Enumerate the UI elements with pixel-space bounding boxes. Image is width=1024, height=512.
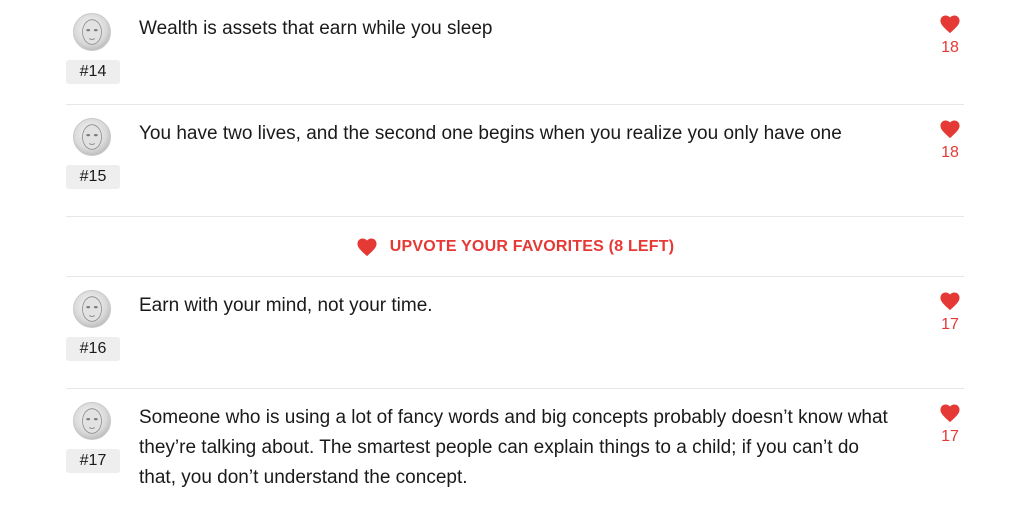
quote-text: Earn with your mind, not your time. [139, 295, 433, 316]
quote-list: #14 Wealth is assets that earn while you… [66, 0, 964, 509]
rank-badge: #15 [66, 165, 120, 189]
vote-count: 17 [941, 316, 959, 333]
avatar-face-icon [82, 124, 102, 150]
heart-icon [940, 404, 960, 423]
heart-icon [940, 120, 960, 139]
heart-icon [940, 15, 960, 34]
banner-label: UPVOTE YOUR FAVORITES (8 LEFT) [389, 237, 675, 255]
rank-badge: #14 [66, 60, 120, 84]
avatar-face-icon [82, 19, 102, 45]
upvote-button[interactable]: 17 [936, 403, 964, 447]
vote-count: 17 [941, 428, 959, 445]
quote-text: Wealth is assets that earn while you sle… [139, 18, 493, 39]
upvote-favorites-banner[interactable]: UPVOTE YOUR FAVORITES (8 LEFT) [66, 217, 964, 277]
quote-row-16: #16 Earn with your mind, not your time. … [66, 277, 964, 389]
avatar-face-icon [82, 408, 102, 434]
heart-icon [940, 292, 960, 311]
upvote-button[interactable]: 18 [936, 14, 964, 58]
rank-badge: #16 [66, 337, 120, 361]
avatar [73, 290, 111, 328]
avatar [73, 402, 111, 440]
upvote-button[interactable]: 18 [936, 119, 964, 163]
upvote-button[interactable]: 17 [936, 291, 964, 335]
quote-row-14: #14 Wealth is assets that earn while you… [66, 0, 964, 105]
vote-count: 18 [941, 144, 959, 161]
quote-text: Someone who is using a lot of fancy word… [139, 407, 888, 488]
avatar-face-icon [82, 296, 102, 322]
rank-badge: #17 [66, 449, 120, 473]
quote-text: You have two lives, and the second one b… [139, 123, 842, 144]
vote-count: 18 [941, 39, 959, 56]
avatar [73, 118, 111, 156]
quote-row-15: #15 You have two lives, and the second o… [66, 105, 964, 217]
quote-row-17: #17 Someone who is using a lot of fancy … [66, 389, 964, 509]
heart-icon [357, 238, 377, 256]
avatar [73, 13, 111, 51]
